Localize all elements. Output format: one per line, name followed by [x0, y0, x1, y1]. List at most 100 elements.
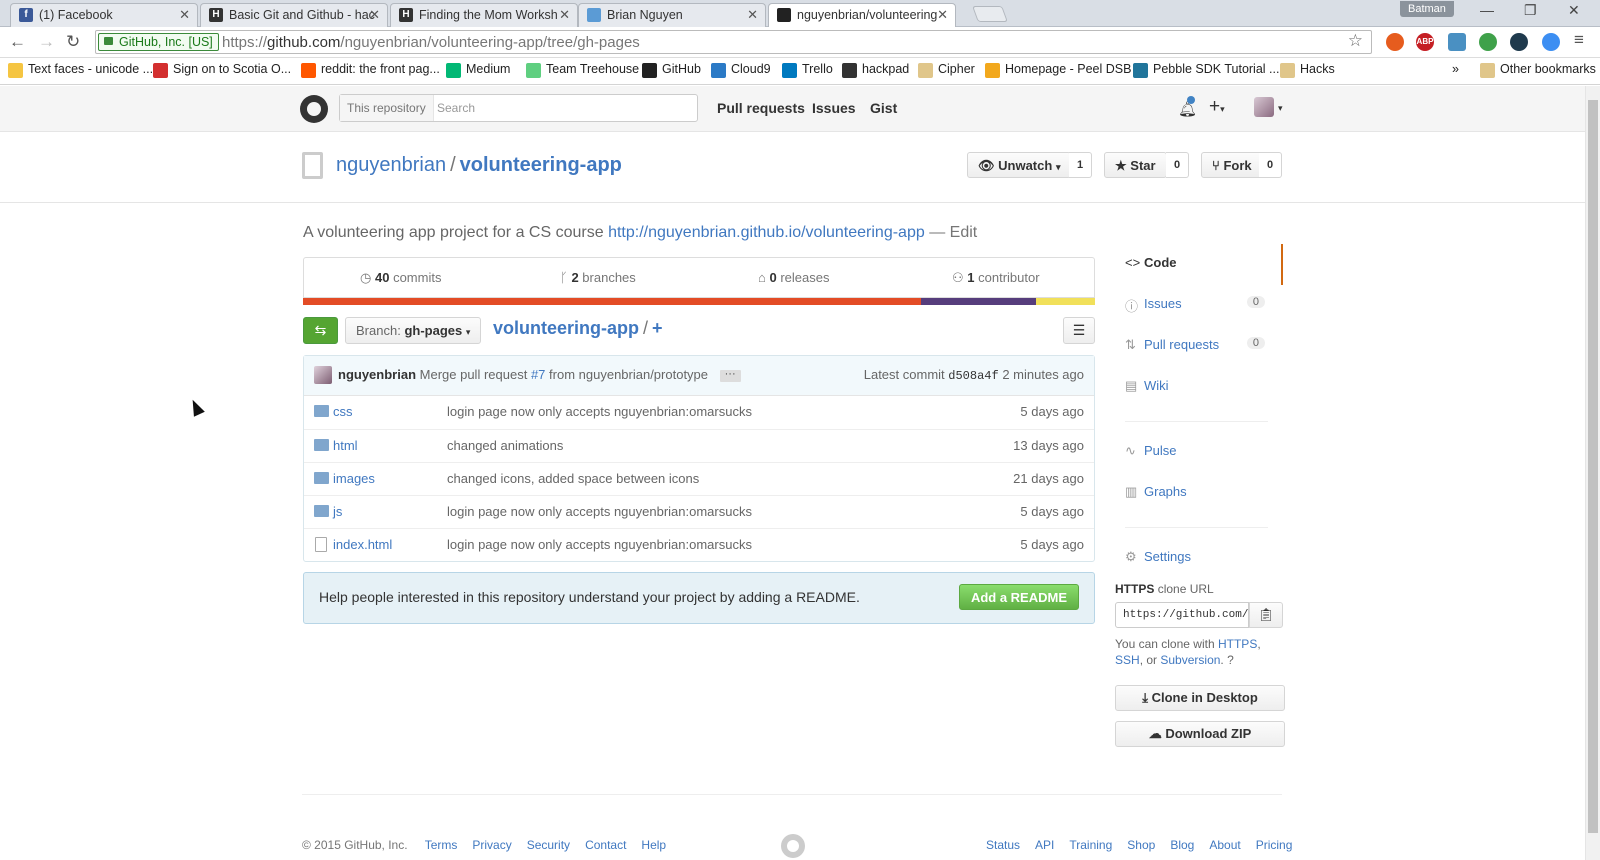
- messenger-icon[interactable]: [1542, 33, 1560, 51]
- star-button[interactable]: ★ Star: [1104, 152, 1167, 178]
- browser-tab[interactable]: Brian Nguyen ✕: [578, 3, 766, 27]
- close-tab-icon[interactable]: ✕: [559, 7, 570, 23]
- language-bar[interactable]: [303, 298, 1095, 305]
- stargazers-count[interactable]: 0: [1166, 152, 1190, 178]
- footer-link[interactable]: API: [1035, 838, 1054, 852]
- bookmark-item[interactable]: Sign on to Scotia O...: [153, 62, 291, 78]
- file-commit-message[interactable]: login page now only accepts nguyenbrian:…: [447, 504, 752, 519]
- sidebar-item-pull-requests[interactable]: ⇅ Pull requests 0: [1115, 326, 1283, 367]
- file-row[interactable]: html changed animations 13 days ago: [304, 429, 1094, 462]
- file-row[interactable]: js login page now only accepts nguyenbria…: [304, 495, 1094, 528]
- file-row[interactable]: css login page now only accepts nguyenbri…: [304, 396, 1094, 429]
- branches-link[interactable]: ᚴ 2 branches: [560, 270, 636, 285]
- language-segment[interactable]: [920, 298, 1036, 305]
- clone-in-desktop-button[interactable]: ⤓ Clone in Desktop: [1115, 685, 1285, 711]
- bookmark-item[interactable]: GitHub: [642, 62, 701, 78]
- clone-url-field[interactable]: https://github.com/nguyenbrian/volunteer…: [1115, 602, 1249, 628]
- bookmark-item[interactable]: Trello: [782, 62, 833, 78]
- file-name-link[interactable]: images: [333, 471, 375, 486]
- github-logo-icon[interactable]: [300, 95, 328, 123]
- page-scrollbar[interactable]: [1585, 86, 1600, 860]
- footer-link[interactable]: Help: [641, 838, 666, 852]
- close-tab-icon[interactable]: ✕: [937, 7, 948, 23]
- contributors-link[interactable]: ⚇ 1 contributor: [952, 270, 1040, 286]
- file-name-link[interactable]: css: [333, 404, 353, 419]
- close-window-icon[interactable]: ✕: [1568, 2, 1580, 19]
- commit-author-avatar[interactable]: [314, 366, 332, 384]
- clone-ssh-link[interactable]: SSH: [1115, 653, 1140, 667]
- bookmark-item[interactable]: Cipher: [918, 62, 975, 78]
- language-segment[interactable]: [303, 298, 921, 305]
- nav-issues[interactable]: Issues: [812, 100, 856, 116]
- branch-select-button[interactable]: Branch: gh-pages ▾: [345, 317, 482, 344]
- clone-subversion-link[interactable]: Subversion: [1160, 653, 1220, 667]
- scrollbar-thumb[interactable]: [1588, 100, 1598, 833]
- bookmark-item[interactable]: Homepage - Peel DSB: [985, 62, 1131, 78]
- bookmark-item[interactable]: Hacks: [1280, 62, 1335, 78]
- file-name-link[interactable]: html: [333, 438, 358, 453]
- profile-badge[interactable]: Batman: [1400, 1, 1454, 17]
- extension-evernote-icon[interactable]: [1479, 33, 1497, 51]
- browser-tab[interactable]: H Finding the Mom Worksh ✕: [390, 3, 578, 27]
- sidebar-item-graphs[interactable]: ▥ Graphs: [1115, 473, 1283, 514]
- new-tab-button[interactable]: [972, 6, 1008, 22]
- commit-author[interactable]: nguyenbrian: [338, 367, 416, 382]
- close-tab-icon[interactable]: ✕: [747, 7, 758, 23]
- bookmark-item[interactable]: Pebble SDK Tutorial ...: [1133, 62, 1279, 78]
- other-bookmarks[interactable]: Other bookmarks: [1480, 62, 1596, 78]
- file-commit-message[interactable]: login page now only accepts nguyenbrian:…: [447, 404, 752, 419]
- extension-circle-icon[interactable]: [1510, 33, 1528, 51]
- nav-pull-requests[interactable]: Pull requests: [717, 100, 805, 116]
- minimize-icon[interactable]: —: [1480, 2, 1494, 18]
- breadcrumb-root-link[interactable]: volunteering-app: [493, 318, 639, 338]
- footer-link[interactable]: Terms: [425, 838, 458, 852]
- list-view-button[interactable]: ☰: [1063, 317, 1095, 344]
- reload-icon[interactable]: ↻: [66, 32, 80, 52]
- add-file-button[interactable]: +: [652, 318, 663, 338]
- bookmark-star-icon[interactable]: ☆: [1348, 31, 1363, 51]
- user-avatar[interactable]: [1254, 97, 1274, 117]
- copy-clipboard-button[interactable]: 📋︎: [1249, 602, 1283, 628]
- bookmark-item[interactable]: reddit: the front pag...: [301, 62, 440, 78]
- nav-gist[interactable]: Gist: [870, 100, 897, 116]
- footer-link[interactable]: Shop: [1127, 838, 1155, 852]
- commit-message-rest[interactable]: from nguyenbrian/prototype: [549, 367, 708, 382]
- footer-github-logo-icon[interactable]: [781, 834, 805, 858]
- language-segment[interactable]: [1035, 298, 1095, 305]
- address-bar[interactable]: GitHub, Inc. [US] https://github.com/ngu…: [95, 30, 1372, 54]
- bookmark-item[interactable]: Medium: [446, 62, 510, 78]
- file-row[interactable]: index.html login page now only accepts ng…: [304, 528, 1094, 561]
- chevron-down-icon[interactable]: ▾: [1278, 103, 1283, 114]
- bookmark-item[interactable]: Team Treehouse: [526, 62, 639, 78]
- download-zip-button[interactable]: ☁ Download ZIP: [1115, 721, 1285, 747]
- file-name-link[interactable]: js: [333, 504, 342, 519]
- commits-link[interactable]: ◷ 40 commits: [360, 270, 441, 286]
- bookmark-item[interactable]: hackpad: [842, 62, 909, 78]
- bookmark-item[interactable]: Cloud9: [711, 62, 771, 78]
- file-commit-message[interactable]: changed icons, added space between icons: [447, 471, 699, 486]
- unwatch-button[interactable]: 👁︎ Unwatch ▾: [967, 152, 1072, 178]
- restore-icon[interactable]: ❐: [1524, 2, 1537, 19]
- footer-link[interactable]: Status: [986, 838, 1020, 852]
- footer-link[interactable]: Contact: [585, 838, 626, 852]
- close-tab-icon[interactable]: ✕: [179, 7, 190, 23]
- forks-count[interactable]: 0: [1259, 152, 1283, 178]
- footer-link[interactable]: Security: [527, 838, 570, 852]
- watchers-count[interactable]: 1: [1069, 152, 1093, 178]
- sidebar-item-pulse[interactable]: ∿ Pulse: [1115, 432, 1283, 473]
- browser-tab[interactable]: H Basic Git and Github - hac ✕: [200, 3, 388, 27]
- extension-chat-icon[interactable]: [1448, 33, 1466, 51]
- commit-sha-link[interactable]: d508a4f: [948, 369, 998, 383]
- fork-button[interactable]: ⑂ Fork: [1201, 152, 1263, 178]
- footer-link[interactable]: About: [1209, 838, 1240, 852]
- pull-request-link[interactable]: #7: [531, 367, 545, 382]
- releases-link[interactable]: ⌂ 0 releases: [758, 270, 829, 285]
- footer-link[interactable]: Pricing: [1256, 838, 1293, 852]
- secure-indicator[interactable]: GitHub, Inc. [US]: [98, 33, 219, 51]
- chrome-menu-icon[interactable]: ≡: [1574, 30, 1584, 50]
- adblock-icon[interactable]: ABP: [1416, 33, 1434, 51]
- commit-message[interactable]: Merge pull request: [420, 367, 528, 382]
- forward-icon[interactable]: →: [38, 32, 55, 52]
- add-readme-button[interactable]: Add a README: [958, 584, 1079, 610]
- clone-https-link[interactable]: HTTPS: [1218, 637, 1257, 651]
